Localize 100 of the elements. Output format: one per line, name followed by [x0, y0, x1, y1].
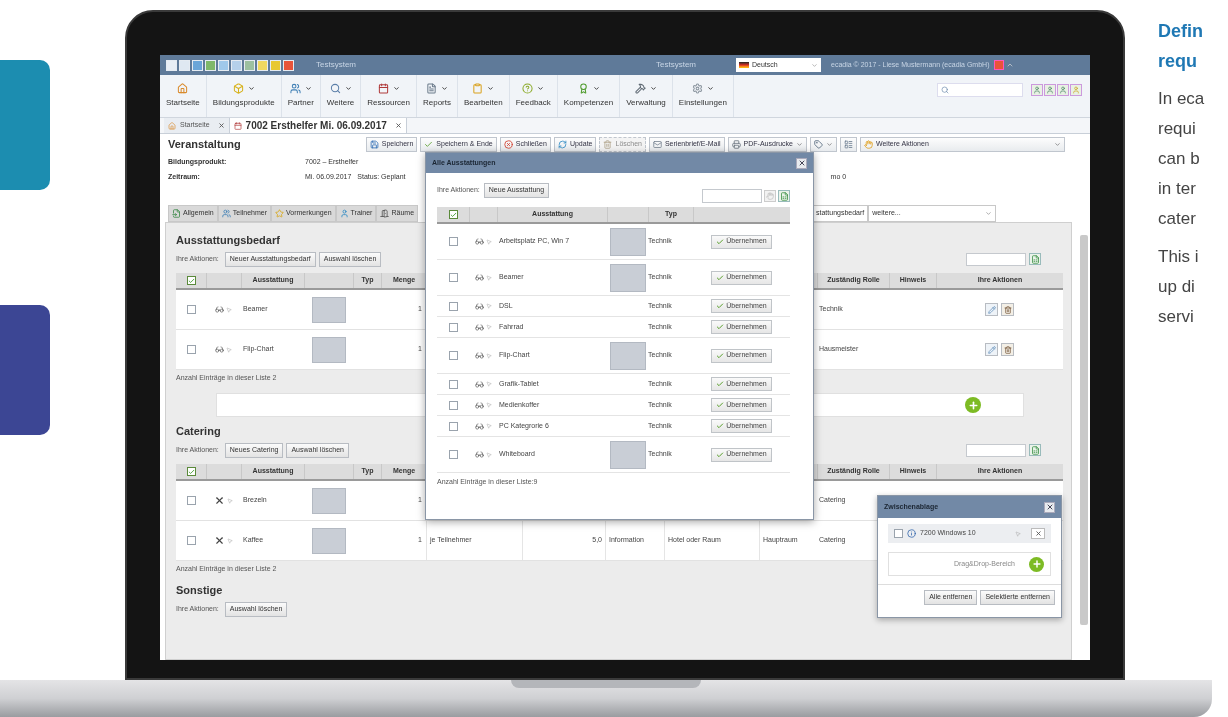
checkbox[interactable]: [186, 536, 196, 545]
menu-item[interactable]: Kompetenzen: [557, 75, 621, 117]
delete-button[interactable]: [1001, 303, 1014, 316]
checkbox[interactable]: [448, 273, 458, 282]
award-icon: [577, 83, 589, 94]
tile-icon[interactable]: [244, 59, 255, 71]
checkbox[interactable]: [448, 400, 458, 410]
checkmark-icon: [424, 140, 434, 149]
user-icon[interactable]: [1044, 84, 1056, 96]
tile-icon[interactable]: [231, 59, 242, 71]
edit-button[interactable]: [985, 343, 998, 356]
tile-icon[interactable]: [166, 59, 177, 71]
delete-button[interactable]: [1001, 343, 1014, 356]
star-icon: [275, 209, 284, 218]
person-icon: [1046, 86, 1054, 94]
tile-icon[interactable]: [218, 59, 229, 71]
toolbar-button[interactable]: [840, 137, 857, 152]
checkbox[interactable]: [186, 305, 196, 314]
door-icon: [380, 209, 390, 218]
search-field[interactable]: [966, 252, 1026, 266]
trash-icon: [1003, 305, 1012, 314]
pointer-icon: [1015, 530, 1021, 537]
menu-item[interactable]: Ressourcen: [361, 75, 417, 117]
hand-icon: [766, 192, 774, 200]
menu-item[interactable]: Feedback: [509, 75, 558, 117]
caret-icon: [985, 210, 993, 217]
menu-item[interactable]: Weitere: [320, 75, 362, 117]
add-icon[interactable]: [1029, 556, 1044, 572]
pointer-icon: [485, 402, 492, 408]
checkbox[interactable]: [186, 345, 196, 354]
checkbox[interactable]: [448, 210, 458, 219]
menu-item[interactable]: Startseite: [160, 75, 207, 117]
menu-item[interactable]: Verwaltung: [620, 75, 673, 117]
add-icon[interactable]: [965, 397, 981, 413]
search-icon: [941, 86, 949, 94]
user-icon[interactable]: [1031, 84, 1043, 96]
close-icon: [217, 122, 225, 129]
checkmark-icon: [716, 450, 725, 459]
app-title: Testsystem: [316, 59, 356, 71]
checkbox[interactable]: [448, 322, 458, 332]
promo-paragraph: In eca requi can b in ter cater: [1158, 88, 1205, 230]
tile-icon[interactable]: [192, 59, 203, 71]
search-field[interactable]: [937, 83, 1023, 97]
tile-icon[interactable]: [283, 59, 294, 71]
menu-item[interactable]: Partner: [281, 75, 321, 117]
tile-icon[interactable]: [257, 59, 268, 71]
user-icon[interactable]: [1070, 84, 1082, 96]
close-icon: [503, 140, 513, 149]
checkbox[interactable]: [448, 450, 458, 459]
form-icon: [172, 209, 181, 218]
checkbox[interactable]: [894, 529, 903, 538]
menu-item[interactable]: Reports: [416, 75, 458, 117]
checkmark-icon: [449, 210, 457, 219]
checkbox[interactable]: [186, 276, 196, 285]
clipboard-icon: [472, 83, 484, 94]
gear-icon: [691, 83, 703, 94]
tile-icon[interactable]: [270, 59, 281, 71]
remove-button[interactable]: [1031, 528, 1045, 539]
checkbox[interactable]: [448, 301, 458, 311]
glasses-icon: [474, 351, 484, 360]
hand-icon: [864, 140, 873, 149]
scroll-up-icon: [1005, 61, 1014, 69]
menu-item[interactable]: Bearbeiten: [458, 75, 510, 117]
spreadsheet-icon[interactable]: [1029, 444, 1041, 456]
edit-button[interactable]: [985, 303, 998, 316]
search-field[interactable]: [966, 443, 1026, 457]
checkbox[interactable]: [448, 351, 458, 360]
checkbox[interactable]: [448, 237, 458, 246]
checkbox[interactable]: [186, 467, 196, 476]
menu-item[interactable]: Bildungsprodukte: [206, 75, 282, 117]
close-button[interactable]: [1044, 501, 1055, 513]
glasses-icon: [474, 301, 484, 311]
checkbox[interactable]: [186, 496, 196, 505]
section-title: Catering: [176, 423, 221, 439]
pointer-icon: [227, 537, 233, 544]
spreadsheet-icon[interactable]: [1029, 253, 1041, 265]
person-icon: [1059, 86, 1067, 94]
document-tab[interactable]: 7002 Ersthelfer Mi. 06.09.2017: [229, 118, 407, 133]
caret-icon: [811, 61, 819, 69]
spreadsheet-icon[interactable]: [778, 190, 790, 202]
toolbar-button[interactable]: [810, 137, 837, 152]
filter-button[interactable]: [764, 190, 776, 202]
page-title: Veranstaltung: [168, 137, 241, 153]
checkbox[interactable]: [448, 421, 458, 431]
checkmark-icon: [716, 302, 725, 310]
pointer-icon: [485, 324, 492, 330]
search-field[interactable]: [702, 189, 762, 203]
pointer-icon: [485, 423, 492, 429]
promo-paragraph: This i up di servi: [1158, 246, 1200, 328]
pointer-icon: [227, 497, 233, 504]
calendar-icon: [377, 83, 389, 94]
menu-item[interactable]: Einstellungen: [672, 75, 734, 117]
tile-icon[interactable]: [179, 59, 190, 71]
tile-icon[interactable]: [205, 59, 216, 71]
pencil-icon: [987, 345, 996, 354]
close-icon: [394, 122, 402, 129]
checkbox[interactable]: [448, 379, 458, 389]
user-icon[interactable]: [1057, 84, 1069, 96]
checkmark-icon: [716, 273, 725, 282]
close-button[interactable]: [796, 157, 807, 169]
